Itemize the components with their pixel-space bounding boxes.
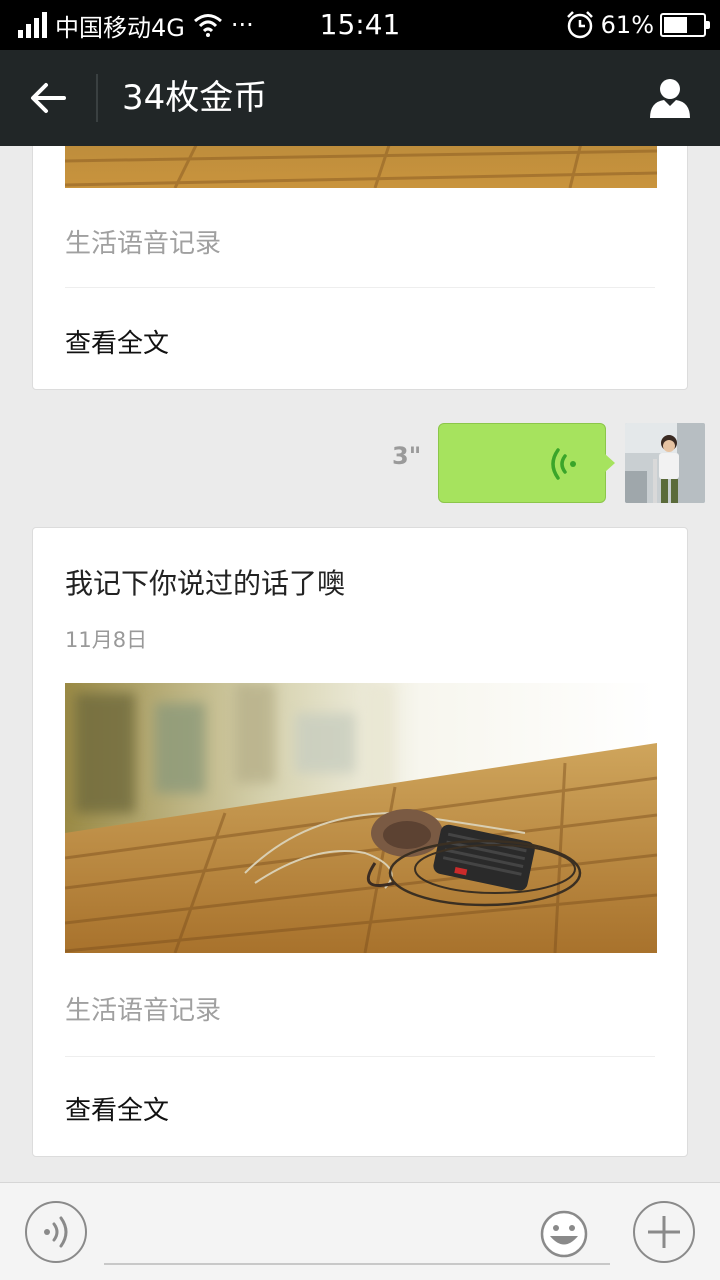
status-bar: 中国移动4G ··· 15:41 61% <box>0 0 720 50</box>
status-right: 61% <box>565 0 710 50</box>
article-card[interactable]: 我记下你说过的话了噢 11月8日 生活语音记录 查看全文 <box>32 527 688 1157</box>
article-title: 我记下你说过的话了噢 <box>65 567 346 600</box>
profile-button[interactable] <box>644 72 696 124</box>
voice-message-bubble[interactable] <box>438 423 615 503</box>
voice-mode-icon <box>44 1216 68 1248</box>
article-card[interactable]: 生活语音记录 查看全文 <box>32 146 688 390</box>
arrow-left-icon <box>31 83 66 113</box>
voice-duration: 3" <box>392 442 422 470</box>
card-divider <box>65 1056 655 1057</box>
battery-percent: 61% <box>600 11 654 39</box>
headphones-table-image <box>65 683 657 953</box>
title-bar: 34枚金币 <box>0 50 720 146</box>
headphones-table-image <box>65 146 657 188</box>
page-title: 34枚金币 <box>122 78 268 118</box>
read-full-link[interactable]: 查看全文 <box>65 323 169 360</box>
more-actions-button[interactable] <box>633 1201 695 1263</box>
avatar-photo <box>625 423 705 503</box>
card-divider <box>65 287 655 288</box>
avatar[interactable] <box>625 423 705 503</box>
input-bar <box>0 1182 720 1280</box>
title-divider <box>96 74 98 122</box>
message-list[interactable]: 生活语音记录 查看全文 3" 我记下你说过的话了噢 11月8日 生活语音记录 查… <box>0 146 720 1182</box>
article-description: 生活语音记录 <box>65 996 222 1026</box>
read-full-link[interactable]: 查看全文 <box>65 1090 169 1127</box>
article-date: 11月8日 <box>65 628 148 652</box>
emoji-button[interactable] <box>539 1209 589 1259</box>
alarm-icon <box>566 11 593 39</box>
article-image <box>65 146 657 188</box>
battery-icon <box>660 13 710 37</box>
article-description: 生活语音记录 <box>65 229 222 259</box>
smiley-icon <box>540 1210 588 1258</box>
message-input[interactable] <box>104 1203 610 1265</box>
plus-icon <box>648 1216 680 1248</box>
person-icon <box>650 79 690 118</box>
voice-wave-icon <box>551 448 576 480</box>
article-image <box>65 683 657 953</box>
voice-mode-button[interactable] <box>25 1201 87 1263</box>
battery-fill <box>664 17 687 33</box>
back-button[interactable] <box>18 68 78 128</box>
